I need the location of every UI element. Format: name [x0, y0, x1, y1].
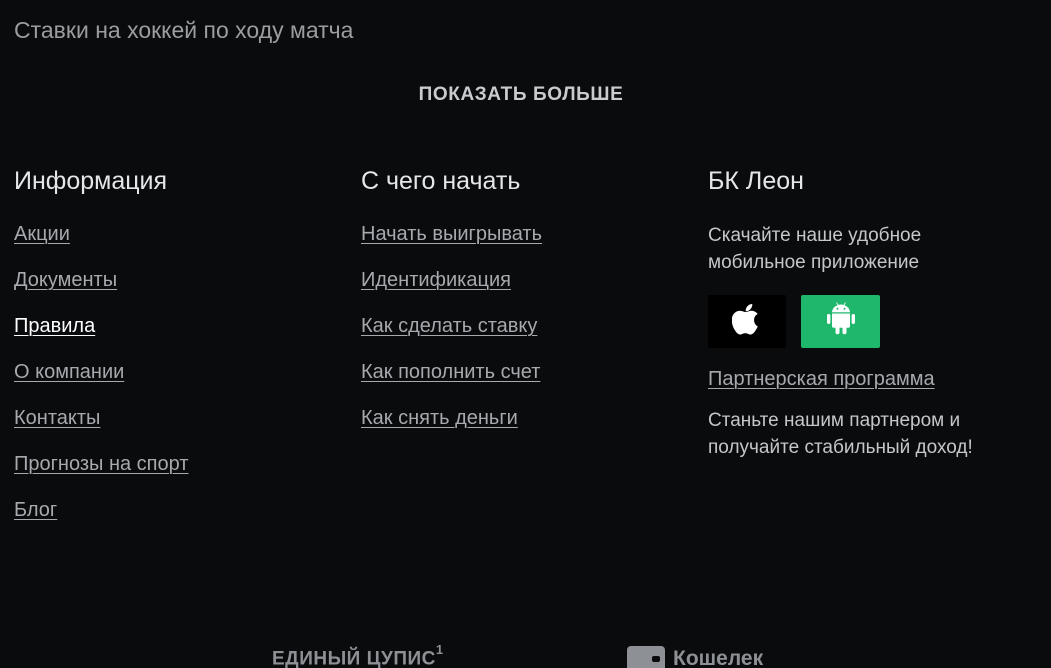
start-winning-link[interactable]: Начать выигрывать [361, 223, 542, 245]
hockey-live-link[interactable]: Ставки на хоккей по ходу матча [14, 17, 353, 44]
app-description-line-1: Скачайте наше удобное [708, 225, 922, 246]
cupis-logo-sup: 1 [435, 642, 444, 657]
contacts-link[interactable]: Контакты [14, 407, 100, 429]
show-more-button[interactable]: ПОКАЗАТЬ БОЛЬШЕ [0, 84, 1042, 106]
info-link-list: Акции Документы Правила О компании Конта… [14, 222, 188, 544]
apple-icon [731, 302, 762, 341]
info-column-title: Информация [14, 167, 168, 195]
wallet-icon [627, 646, 665, 668]
app-store-buttons [708, 295, 1038, 348]
list-item: Правила [14, 314, 188, 360]
list-item: Контакты [14, 406, 188, 452]
ios-app-button[interactable] [708, 295, 786, 348]
getting-started-title: С чего начать [361, 167, 521, 195]
getting-started-link-list: Начать выигрывать Идентификация Как сдел… [361, 222, 542, 452]
promotions-link[interactable]: Акции [14, 223, 70, 245]
list-item: Акции [14, 222, 188, 268]
list-item: Прогнозы на спорт [14, 452, 188, 498]
android-app-button[interactable] [801, 295, 880, 348]
list-item: Идентификация [361, 268, 542, 314]
android-icon [826, 302, 856, 341]
cupis-logo: ЕДИНЫЙ ЦУПИС1 [272, 642, 444, 668]
list-item: Как снять деньги [361, 406, 542, 452]
how-to-bet-link[interactable]: Как сделать ставку [361, 315, 537, 337]
app-description-line-2: мобильное приложение [708, 252, 920, 273]
identification-link[interactable]: Идентификация [361, 269, 511, 291]
cupis-logo-text: ЕДИНЫЙ ЦУПИС [272, 648, 436, 668]
partner-description: Станьте нашим партнером и получайте стаб… [708, 407, 1038, 461]
getting-started-column: С чего начать Начать выигрывать Идентифи… [361, 166, 542, 452]
list-item: Документы [14, 268, 188, 314]
partner-description-line-2: получайте стабильный доход! [708, 437, 973, 458]
list-item: Как сделать ставку [361, 314, 542, 360]
bk-leon-column: БК Леон Скачайте наше удобное мобильное … [708, 166, 1038, 461]
wallet-label: Кошелек [673, 647, 764, 668]
about-company-link[interactable]: О компании [14, 361, 124, 383]
list-item: О компании [14, 360, 188, 406]
how-to-deposit-link[interactable]: Как пополнить счет [361, 361, 540, 383]
wallet-logo: Кошелек [627, 646, 763, 668]
partner-description-line-1: Станьте нашим партнером и [708, 410, 961, 431]
documents-link[interactable]: Документы [14, 269, 117, 291]
rules-link[interactable]: Правила [14, 315, 95, 337]
list-item: Как пополнить счет [361, 360, 542, 406]
blog-link[interactable]: Блог [14, 499, 57, 521]
app-description: Скачайте наше удобное мобильное приложен… [708, 222, 1038, 276]
info-column: Информация Акции Документы Правила О ком… [14, 166, 188, 544]
bk-leon-title: БК Леон [708, 167, 804, 195]
footer-page: Ставки на хоккей по ходу матча ПОКАЗАТЬ … [0, 0, 1051, 668]
list-item: Начать выигрывать [361, 222, 542, 268]
partner-program-link[interactable]: Партнерская программа [708, 368, 935, 391]
list-item: Блог [14, 498, 188, 544]
how-to-withdraw-link[interactable]: Как снять деньги [361, 407, 518, 429]
sports-forecasts-link[interactable]: Прогнозы на спорт [14, 453, 188, 475]
